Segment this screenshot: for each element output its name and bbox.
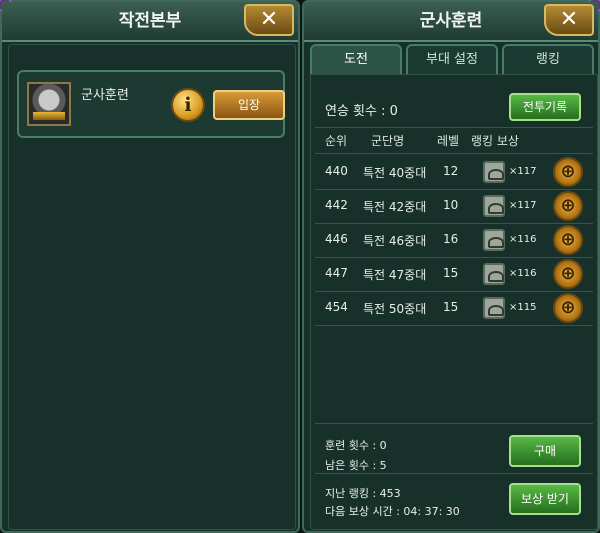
divider	[315, 127, 593, 128]
level-cell: 15	[443, 266, 459, 280]
level-cell: 16	[443, 232, 459, 246]
reward-count-cell: ×116	[509, 234, 537, 245]
challenge-target-button[interactable]: ⊕	[553, 191, 583, 221]
corps-name-cell: 특전 40중대	[363, 166, 427, 180]
table-row: 447 특전 47중대 15 ×116 ⊕	[311, 257, 597, 291]
remaining-count-text: 남은 횟수 : 5	[325, 459, 387, 472]
close-icon: ✕	[559, 7, 579, 32]
tab-ranking[interactable]: 랭킹	[502, 44, 594, 74]
table-row: 446 특전 46중대 16 ×116 ⊕	[311, 223, 597, 257]
rank-cell: 454	[325, 300, 348, 314]
battle-log-button[interactable]: 전투기록	[509, 93, 581, 121]
header-ranking-reward: 랭킹 보상	[471, 134, 519, 148]
reward-count-cell: ×117	[509, 166, 537, 177]
reward-item-icon	[483, 263, 505, 285]
training-count-text: 훈련 횟수 : 0	[325, 439, 387, 452]
reward-count-cell: ×117	[509, 200, 537, 211]
challenge-target-button[interactable]: ⊕	[553, 157, 583, 187]
reward-count-cell: ×116	[509, 268, 537, 279]
crosshair-icon: ⊕	[560, 263, 576, 284]
challenge-target-button[interactable]: ⊕	[553, 293, 583, 323]
challenge-target-button[interactable]: ⊕	[553, 225, 583, 255]
divider	[315, 325, 593, 326]
crosshair-icon: ⊕	[560, 229, 576, 250]
close-icon: ✕	[259, 7, 279, 32]
reward-count-cell: ×115	[509, 302, 537, 313]
level-cell: 12	[443, 164, 459, 178]
divider	[315, 473, 593, 474]
enter-button[interactable]: 입장	[213, 90, 285, 120]
table-row: 440 특전 40중대 12 ×117 ⊕	[311, 155, 597, 189]
challenge-target-button[interactable]: ⊕	[553, 259, 583, 289]
corps-name-cell: 특전 47중대	[363, 268, 427, 282]
rank-cell: 442	[325, 198, 348, 212]
rank-cell: 446	[325, 232, 348, 246]
rank-cell: 440	[325, 164, 348, 178]
divider	[315, 423, 593, 424]
tab-challenge[interactable]: 도전	[310, 44, 402, 74]
header-level: 레벨	[437, 134, 460, 148]
tab-bar: 도전 부대 설정 랭킹	[310, 44, 596, 74]
mission-name: 군사훈련	[81, 88, 129, 103]
reward-item-icon	[483, 297, 505, 319]
buy-button[interactable]: 구매	[509, 435, 581, 467]
reward-item-icon	[483, 195, 505, 217]
next-reward-time-text: 다음 보상 시간 : 04: 37: 30	[325, 505, 460, 518]
reward-item-icon	[483, 229, 505, 251]
info-button[interactable]: i	[171, 88, 205, 122]
operation-hq-window: 작전본부 ✕ 군사훈련 i 입장	[0, 0, 300, 533]
crosshair-icon: ⊕	[560, 297, 576, 318]
claim-reward-button[interactable]: 보상 받기	[509, 483, 581, 515]
corps-name-cell: 특전 46중대	[363, 234, 427, 248]
corps-name-cell: 특전 42중대	[363, 200, 427, 214]
divider	[315, 153, 593, 154]
corps-name-cell: 특전 50중대	[363, 302, 427, 316]
mission-list: 군사훈련 i 입장	[8, 44, 296, 530]
close-button[interactable]: ✕	[544, 4, 594, 36]
mission-item-military-training: 군사훈련 i 입장	[17, 70, 285, 138]
mission-thumbnail-icon	[27, 82, 71, 126]
win-streak-text: 연승 횟수 : 0	[325, 104, 398, 119]
challenge-panel: 연승 횟수 : 0 전투기록 순위 군단명 레벨 랭킹 보상 440 특전 40…	[310, 74, 598, 530]
table-row: 454 특전 50중대 15 ×115 ⊕	[311, 291, 597, 325]
table-row: 442 특전 42중대 10 ×117 ⊕	[311, 189, 597, 223]
header-corps-name: 군단명	[371, 134, 405, 148]
rank-cell: 447	[325, 266, 348, 280]
crosshair-icon: ⊕	[560, 161, 576, 182]
level-cell: 15	[443, 300, 459, 314]
header-rank: 순위	[325, 134, 348, 148]
military-training-window: 군사훈련 ✕ 도전 부대 설정 랭킹 연승 횟수 : 0 전투기록 순위 군단명…	[302, 0, 600, 533]
info-icon: i	[184, 94, 192, 116]
crosshair-icon: ⊕	[560, 195, 576, 216]
close-button[interactable]: ✕	[244, 4, 294, 36]
reward-item-icon	[483, 161, 505, 183]
last-ranking-text: 지난 랭킹 : 453	[325, 487, 401, 500]
level-cell: 10	[443, 198, 459, 212]
tab-unit-settings[interactable]: 부대 설정	[406, 44, 498, 74]
